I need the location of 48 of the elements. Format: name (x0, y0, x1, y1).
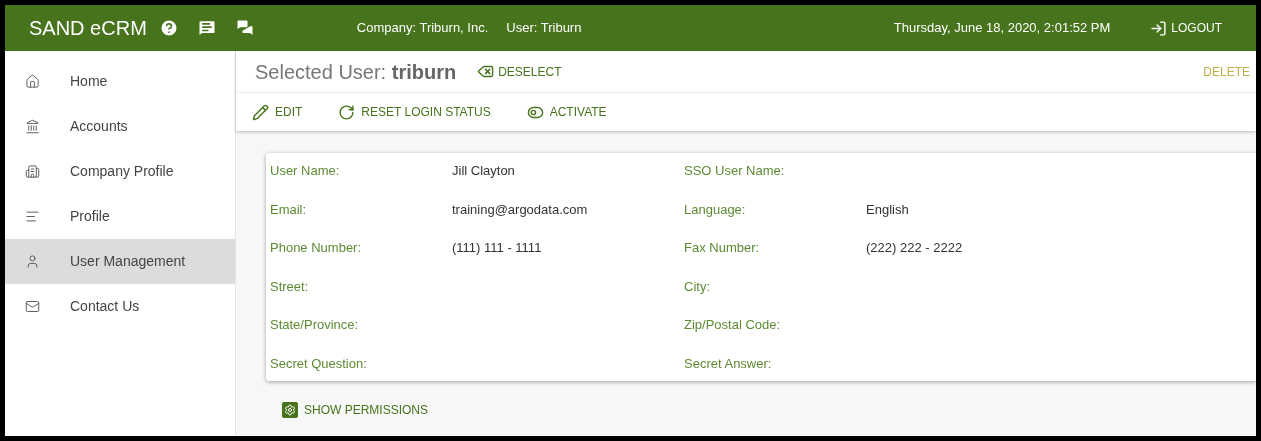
sidebar-item[interactable]: Home (5, 59, 235, 104)
help-icon[interactable] (158, 18, 179, 38)
sidebar-item[interactable]: User Management (5, 239, 235, 284)
field-label: Phone Number: (270, 239, 363, 257)
field-label: Secret Question: (270, 354, 368, 373)
field-label: Secret Answer: (684, 354, 773, 373)
field-label: State/Province: (270, 316, 360, 334)
user-label: User: Triburn (506, 19, 582, 38)
toolbar-button[interactable]: EDIT (252, 103, 303, 121)
toolbar-button[interactable]: ACTIVATE (526, 103, 607, 121)
selected-user-title: Selected User: triburn (255, 59, 457, 85)
show-permissions-button[interactable]: SHOW PERMISSIONS (282, 401, 428, 419)
field-value: (222) 222 - 2222 (866, 240, 963, 255)
field-label: User Name: (270, 162, 341, 180)
message-icon[interactable] (196, 18, 217, 38)
envelope-icon (25, 299, 40, 314)
lines-icon (25, 209, 40, 224)
date-time: Thursday, June 18, 2020, 2:01:52 PM (893, 19, 1111, 38)
gear-icon (282, 402, 298, 418)
field-value: (111) 111 - 1111 (452, 240, 542, 255)
person-icon (25, 254, 40, 269)
field-value: Jill Clayton (452, 163, 515, 178)
sidebar-item[interactable]: Accounts (5, 104, 235, 149)
field-label: Fax Number: (684, 239, 761, 257)
bank-icon (25, 119, 40, 134)
sidebar-item[interactable]: Profile (5, 194, 235, 239)
company-label: Company: Triburn, Inc. (356, 19, 489, 38)
clear-icon (476, 63, 496, 80)
field-value: English (866, 201, 909, 217)
logout-icon (1150, 19, 1168, 37)
sidebar-item[interactable]: Company Profile (5, 149, 235, 194)
logout-button[interactable]: LOGOUT (1150, 19, 1222, 37)
house-icon (25, 74, 40, 89)
field-value: training@argodata.com (452, 201, 588, 217)
field-label: Language: (684, 200, 747, 219)
field-label: SSO User Name: (684, 162, 786, 180)
rotate-icon (338, 103, 356, 121)
deselect-button[interactable]: DESELECT (476, 62, 562, 81)
app-title: SAND eCRM (29, 16, 147, 41)
messages-icon[interactable] (234, 18, 255, 38)
field-label: Zip/Postal Code: (684, 316, 782, 334)
field-label: Street: (270, 277, 310, 296)
toolbar-button[interactable]: RESET LOGIN STATUS (338, 103, 491, 121)
building-icon (25, 164, 40, 179)
sidebar-item[interactable]: Contact Us (5, 284, 235, 329)
pencil-icon (252, 103, 269, 121)
field-label: Email: (270, 200, 308, 219)
field-label: City: (684, 277, 711, 296)
